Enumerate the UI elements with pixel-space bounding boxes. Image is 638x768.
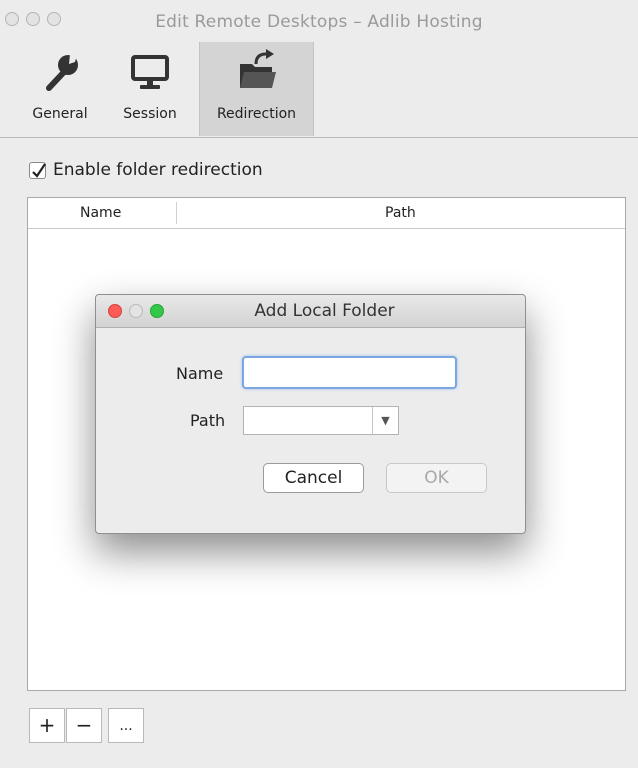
ok-button[interactable]: OK [386, 463, 487, 493]
name-label: Name [176, 364, 224, 383]
dialog-title: Add Local Folder [254, 301, 395, 321]
window-title: Edit Remote Desktops – Adlib Hosting [155, 12, 483, 32]
preferences-toolbar: General Session Redirection [0, 36, 638, 136]
monitor-icon [112, 48, 188, 94]
enable-folder-redirection-checkbox[interactable] [29, 162, 46, 179]
path-label: Path [190, 411, 226, 430]
column-header-path[interactable]: Path [385, 205, 416, 221]
enable-folder-redirection-label: Enable folder redirection [53, 160, 263, 180]
tab-general-label: General [32, 106, 88, 122]
wrench-icon [20, 48, 100, 94]
folder-redirect-icon [200, 48, 313, 94]
column-header-name[interactable]: Name [80, 205, 121, 221]
table-header: Name Path [28, 198, 625, 229]
add-folder-button[interactable]: + [29, 708, 65, 743]
cancel-button[interactable]: Cancel [263, 463, 364, 493]
tab-redirection[interactable]: Redirection [199, 42, 314, 136]
remove-folder-button[interactable]: − [66, 708, 102, 743]
name-input[interactable] [242, 356, 457, 389]
more-options-button[interactable]: ... [108, 708, 144, 743]
column-divider [176, 202, 177, 224]
checkmark-icon [32, 163, 46, 178]
toolbar-separator [0, 137, 638, 138]
dialog-titlebar: Add Local Folder [96, 295, 525, 328]
dropdown-arrow-icon[interactable]: ▼ [372, 407, 398, 434]
add-local-folder-dialog: Add Local Folder Name Path ▼ Cancel OK [95, 294, 526, 534]
tab-session[interactable]: Session [112, 42, 188, 136]
window-titlebar: Edit Remote Desktops – Adlib Hosting [0, 0, 638, 36]
tab-redirection-label: Redirection [216, 106, 297, 122]
path-combobox[interactable]: ▼ [243, 406, 399, 435]
tab-general[interactable]: General [20, 42, 100, 136]
tab-session-label: Session [123, 106, 177, 122]
